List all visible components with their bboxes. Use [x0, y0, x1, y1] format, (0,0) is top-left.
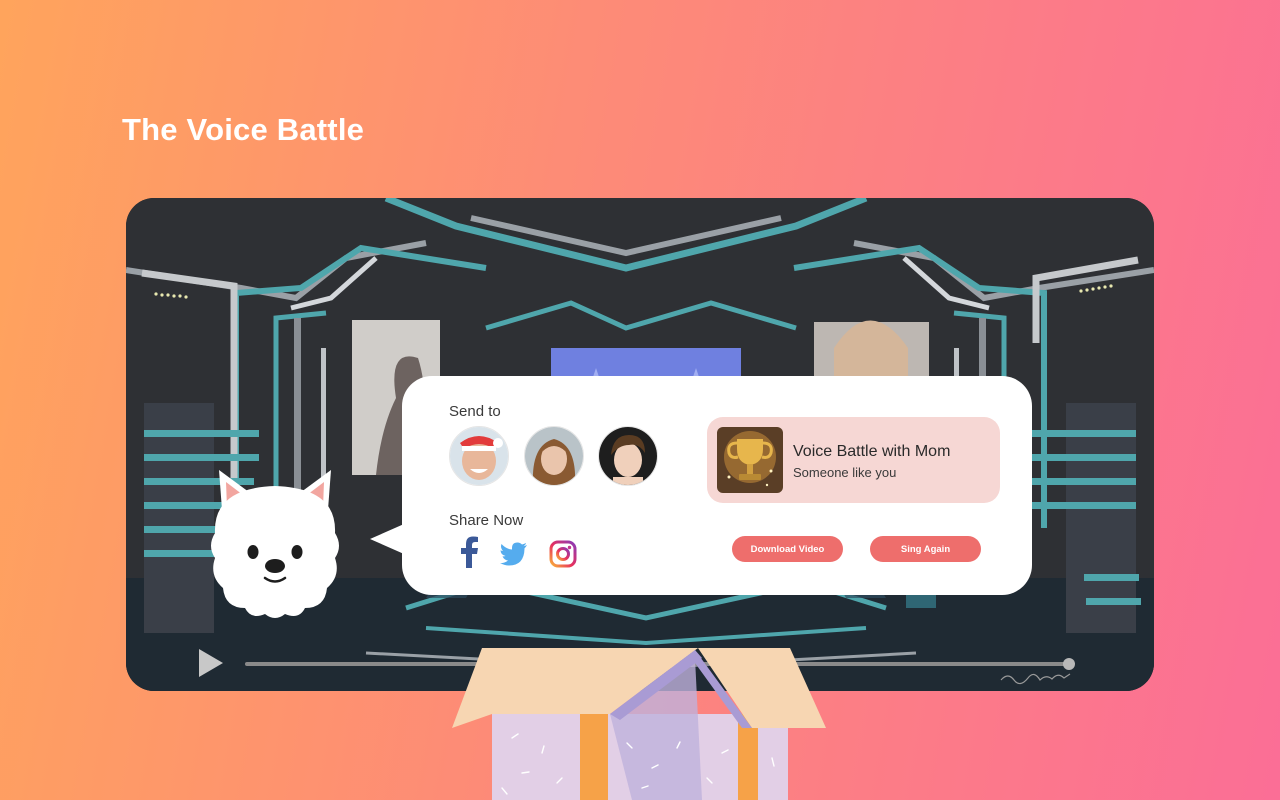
contact-avatar-1[interactable] [449, 426, 509, 486]
play-icon[interactable] [196, 647, 226, 679]
bubble-tail [370, 524, 404, 554]
instagram-icon[interactable] [546, 537, 580, 571]
watermark-signature [1000, 673, 1071, 685]
facebook-icon[interactable] [452, 535, 486, 569]
sing-again-button[interactable]: Sing Again [870, 536, 981, 562]
contact-avatar-3[interactable] [598, 426, 658, 486]
share-now-label: Share Now [449, 512, 524, 529]
song-subtitle: Someone like you [793, 465, 897, 480]
send-to-label: Send to [449, 403, 501, 420]
download-video-button[interactable]: Download Video [732, 536, 843, 562]
page-title: The Voice Battle [122, 112, 365, 147]
twitter-icon[interactable] [497, 537, 531, 571]
contact-avatar-2[interactable] [524, 426, 584, 486]
song-title: Voice Battle with Mom [793, 443, 951, 460]
song-thumbnail [717, 427, 783, 493]
dog-mascot [211, 470, 339, 618]
song-card[interactable]: Voice Battle with Mom Someone like you [707, 417, 1000, 503]
gift-box-illustration [452, 648, 826, 800]
